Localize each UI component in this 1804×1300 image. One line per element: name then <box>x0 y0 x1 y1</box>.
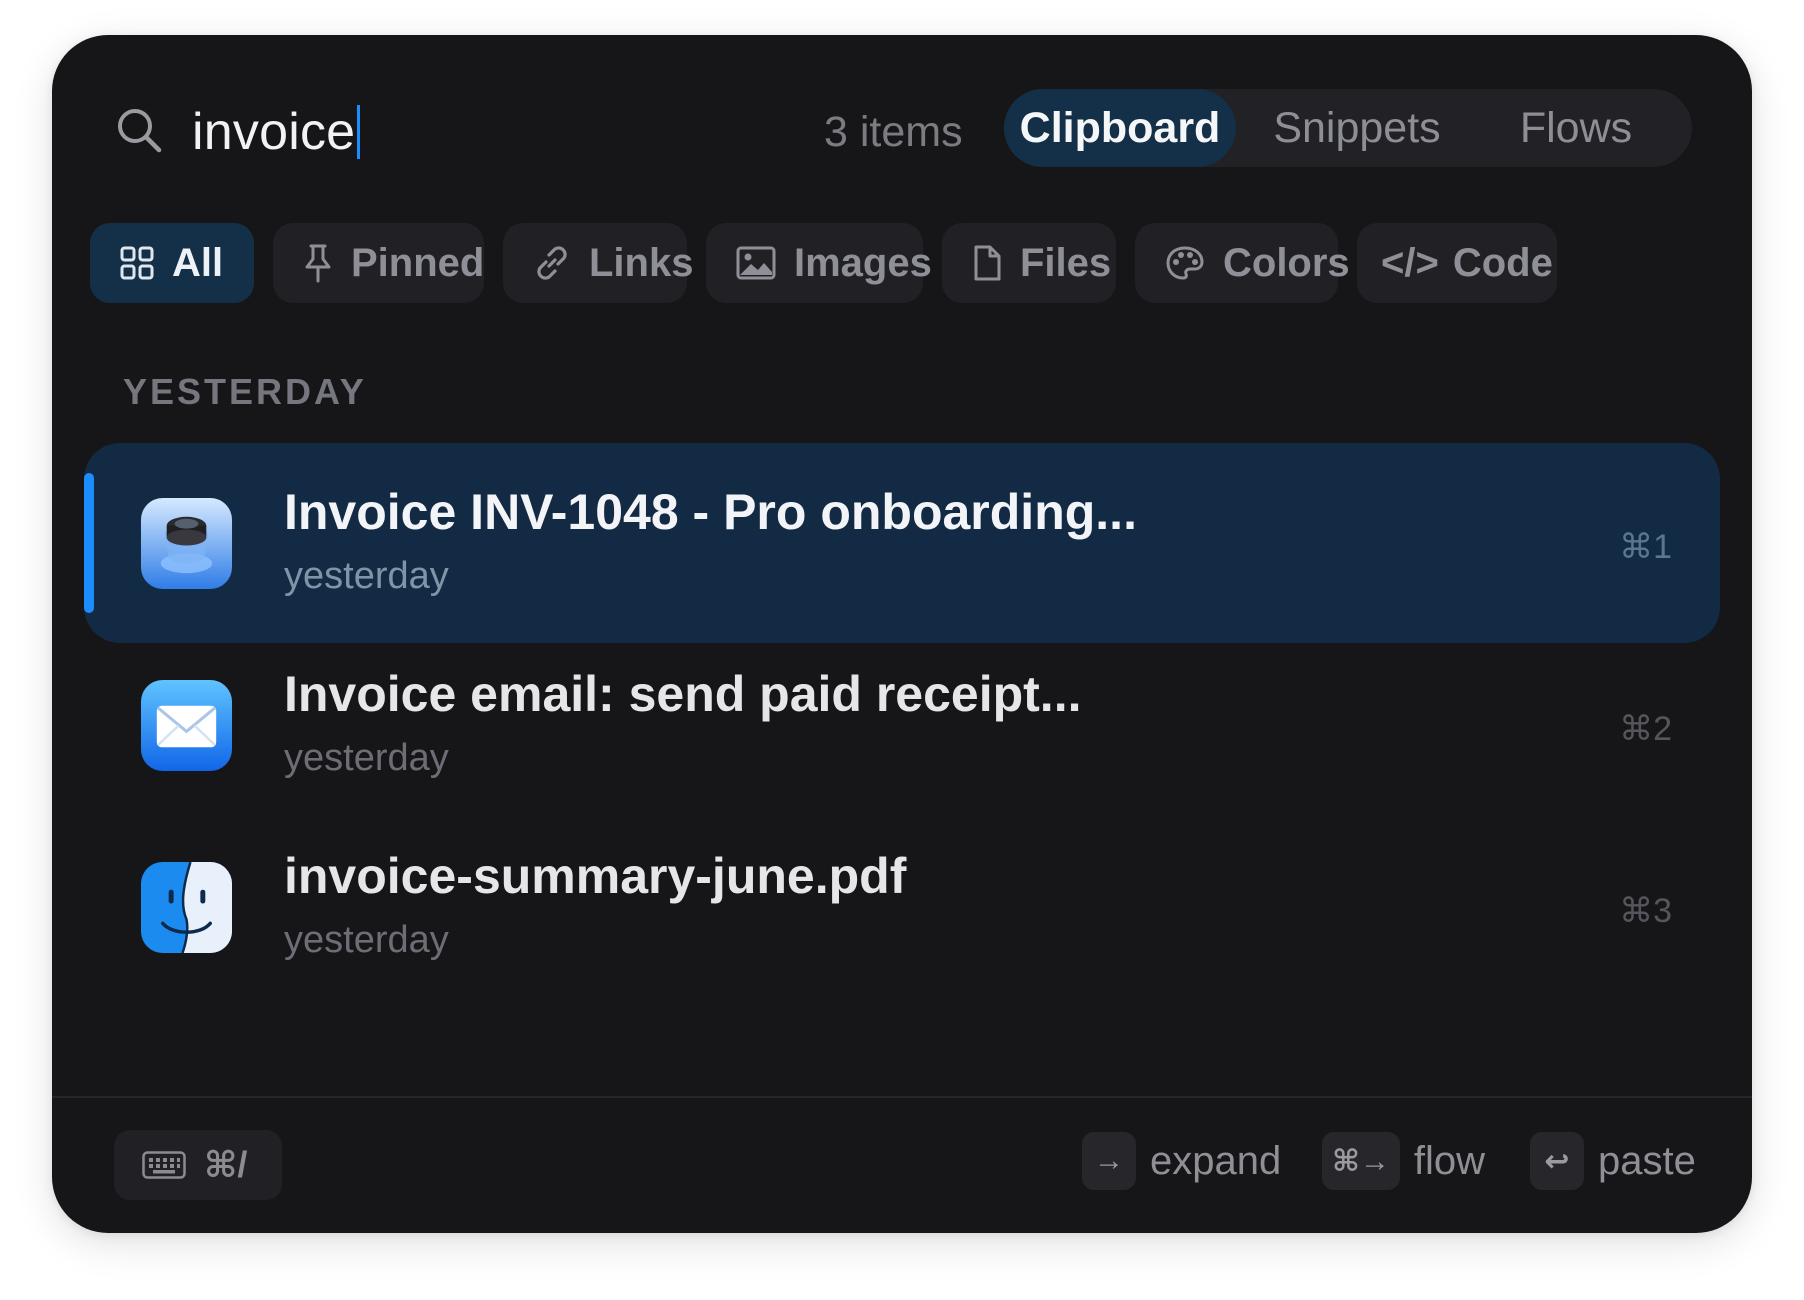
item-title: invoice-summary-june.pdf <box>284 848 907 904</box>
keyboard-icon <box>142 1151 186 1179</box>
search-input[interactable]: invoice <box>192 97 361 167</box>
hint-paste-label: paste <box>1598 1138 1696 1183</box>
result-count: 3 items <box>824 108 963 156</box>
item-time: yesterday <box>284 737 449 779</box>
tab-snippets[interactable]: Snippets <box>1242 89 1472 167</box>
filter-code[interactable]: </> Code <box>1357 223 1557 303</box>
finder-app-icon <box>140 861 233 954</box>
filter-colors[interactable]: Colors <box>1135 223 1350 303</box>
item-shortcut: ⌘1 <box>1619 528 1672 566</box>
pin-icon <box>305 244 331 283</box>
mail-app-icon <box>140 679 233 772</box>
filter-all[interactable]: All <box>90 223 254 303</box>
selection-indicator <box>84 473 94 613</box>
list-item[interactable]: Invoice email: send paid receipt... yest… <box>84 625 1720 825</box>
search-query-text: invoice <box>192 103 356 161</box>
mode-switcher: Clipboard Snippets Flows <box>1004 89 1692 167</box>
hint-expand-label: expand <box>1150 1138 1282 1183</box>
link-icon <box>537 246 567 280</box>
item-title: Invoice email: send paid receipt... <box>284 666 1082 722</box>
item-shortcut: ⌘2 <box>1619 710 1672 748</box>
filter-pinned-label: Pinned <box>351 240 485 285</box>
preview-app-icon <box>140 497 233 590</box>
hint-paste[interactable]: ↩ paste <box>1530 1131 1696 1191</box>
filter-files-label: Files <box>1020 240 1112 285</box>
image-icon <box>736 246 776 280</box>
section-header: YESTERDAY <box>123 371 367 412</box>
search-icon <box>118 109 162 153</box>
file-icon <box>974 245 1001 281</box>
clipboard-window: invoice 3 items Clipboard Snippets Flows… <box>52 35 1752 1233</box>
text-caret <box>357 105 361 159</box>
footer-divider <box>52 1096 1752 1098</box>
arrow-right-icon: → <box>1082 1132 1136 1190</box>
tab-clipboard[interactable]: Clipboard <box>1004 89 1236 167</box>
filter-links-label: Links <box>589 240 694 285</box>
item-title: Invoice INV-1048 - Pro onboarding... <box>284 484 1137 540</box>
filter-files[interactable]: Files <box>942 223 1116 303</box>
hint-expand[interactable]: → expand <box>1082 1131 1281 1191</box>
filter-pinned[interactable]: Pinned <box>273 223 484 303</box>
list-item[interactable]: Invoice INV-1048 - Pro onboarding... yes… <box>84 443 1720 643</box>
hint-flow[interactable]: ⌘→ flow <box>1322 1131 1485 1191</box>
filter-all-label: All <box>172 240 224 285</box>
code-icon: </> <box>1381 240 1439 285</box>
list-item[interactable]: invoice-summary-june.pdf yesterday ⌘3 <box>84 807 1720 1007</box>
keyboard-shortcut-label: ⌘/ <box>204 1144 248 1185</box>
item-shortcut: ⌘3 <box>1619 892 1672 930</box>
filter-images[interactable]: Images <box>706 223 932 303</box>
hint-flow-label: flow <box>1413 1138 1485 1183</box>
return-icon: ↩ <box>1530 1132 1584 1190</box>
item-time: yesterday <box>284 555 449 597</box>
filter-links[interactable]: Links <box>503 223 693 303</box>
palette-icon <box>1166 246 1204 280</box>
item-time: yesterday <box>284 919 449 961</box>
grid-icon <box>120 246 154 280</box>
command-arrow-icon: ⌘→ <box>1322 1132 1400 1190</box>
filter-images-label: Images <box>794 240 932 285</box>
tab-flows[interactable]: Flows <box>1478 89 1674 167</box>
keyboard-shortcuts-button[interactable]: ⌘/ <box>114 1130 282 1200</box>
filter-code-label: Code <box>1452 240 1553 285</box>
filter-colors-label: Colors <box>1223 240 1350 285</box>
